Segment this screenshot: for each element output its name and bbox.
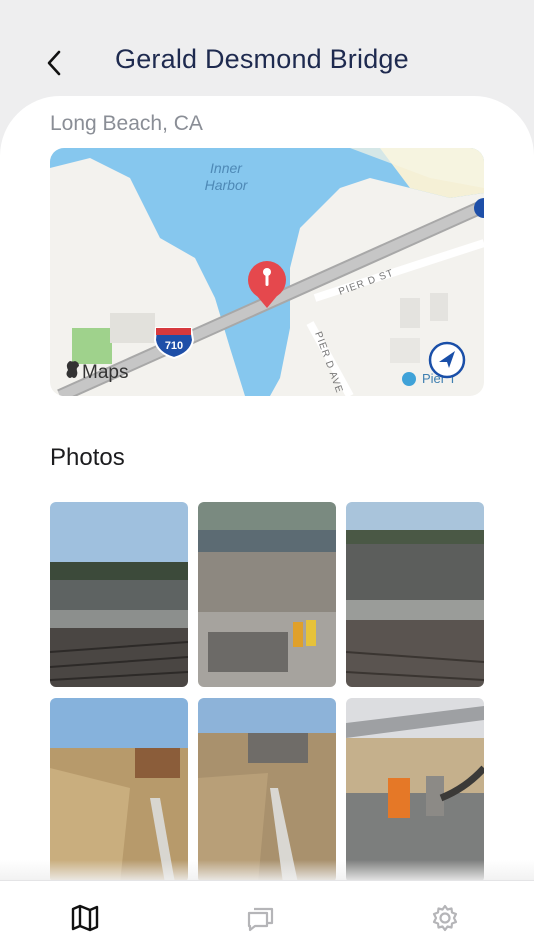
map-icon [71, 904, 99, 932]
photo-thumbnail-1[interactable] [50, 502, 188, 687]
header: Gerald Desmond Bridge [0, 0, 534, 100]
gear-icon [432, 904, 458, 932]
scroll-fade [0, 860, 534, 882]
content-card: Long Beach, CA 710 Inner Harbor PIER D S… [0, 96, 534, 950]
tab-bar [0, 880, 534, 950]
chevron-left-icon [47, 50, 61, 76]
screen: Gerald Desmond Bridge Long Beach, CA 710… [0, 0, 534, 950]
tab-map[interactable] [68, 901, 102, 935]
chat-icon [247, 907, 274, 932]
highway-shield-label: 710 [165, 340, 183, 352]
locate-me-icon[interactable] [428, 341, 466, 379]
photo-thumbnail-2[interactable] [198, 502, 336, 687]
back-button[interactable] [40, 44, 74, 82]
location-subtitle: Long Beach, CA [50, 112, 203, 135]
tab-settings[interactable] [428, 901, 462, 935]
photo-thumbnail-5[interactable] [198, 698, 336, 883]
page-title: Gerald Desmond Bridge [115, 44, 409, 74]
maps-attribution: Maps [82, 362, 128, 383]
photo-thumbnail-3[interactable] [346, 502, 484, 687]
water-label-line2: Harbor [205, 177, 249, 193]
photo-thumbnail-6[interactable] [346, 698, 484, 883]
photo-thumbnail-4[interactable] [50, 698, 188, 883]
water-label-line1: Inner [210, 160, 243, 176]
tab-messages[interactable] [244, 901, 278, 935]
photos-section-title: Photos [50, 444, 125, 471]
map-view[interactable]: 710 Inner Harbor PIER D ST PIER D AVE Ma… [50, 148, 484, 396]
